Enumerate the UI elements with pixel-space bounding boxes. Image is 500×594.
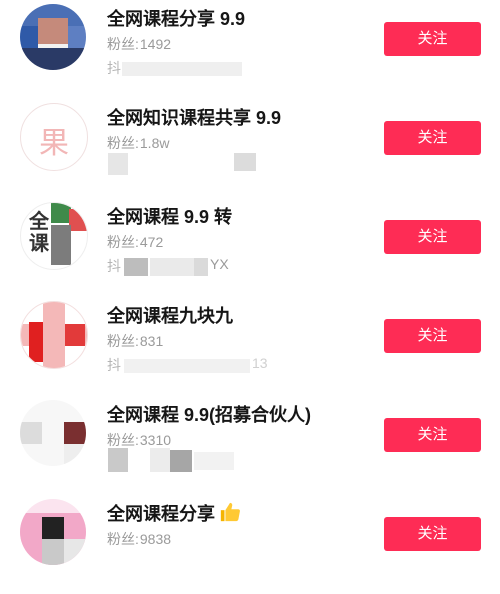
blurred-region — [234, 153, 256, 171]
list-item[interactable]: 全网课程分享 粉丝:9838 关注 — [0, 495, 500, 594]
list-item[interactable]: 全网课程分享 9.9 粉丝:1492 抖 关注 — [0, 0, 500, 99]
account-name: 全网课程九块九 — [107, 306, 233, 326]
list-item[interactable]: 果 全网知识课程共享 9.9 粉丝:1.8w 关注 — [0, 99, 500, 198]
thumbs-up-icon — [220, 502, 240, 522]
blurred-region — [124, 258, 148, 276]
fans-value: 831 — [139, 333, 164, 349]
blurred-region — [194, 258, 208, 276]
fans-label: 粉丝: — [107, 36, 139, 52]
follow-button[interactable]: 关注 — [384, 121, 481, 155]
follow-button[interactable]: 关注 — [384, 319, 481, 353]
fans-label: 粉丝: — [107, 234, 139, 250]
avatar[interactable] — [20, 4, 86, 70]
account-name: 全网知识课程共享 9.9 — [107, 108, 282, 128]
avatar[interactable] — [20, 499, 86, 565]
account-id: 抖 — [107, 256, 121, 276]
fans-count: 粉丝:472 — [107, 232, 163, 252]
fans-count: 粉丝:1492 — [107, 34, 171, 54]
account-name: 全网课程分享 9.9 — [107, 9, 246, 29]
blurred-region — [170, 450, 192, 472]
account-id-suffix: 13 — [252, 355, 268, 371]
follow-button[interactable]: 关注 — [384, 22, 481, 56]
blurred-region — [194, 452, 234, 470]
avatar-text: 果 — [39, 127, 69, 160]
account-id-prefix: 抖 — [107, 357, 121, 373]
fans-value: 472 — [139, 234, 164, 250]
account-name: 全网课程分享 — [107, 500, 241, 526]
fans-count: 粉丝:1.8w — [107, 133, 169, 153]
fans-label: 粉丝: — [107, 432, 139, 448]
account-id-prefix: 抖 — [107, 258, 121, 274]
avatar[interactable]: 全课 — [20, 202, 88, 270]
blurred-region — [108, 448, 128, 472]
follow-button[interactable]: 关注 — [384, 517, 481, 551]
avatar-text: 全课 — [29, 211, 49, 255]
account-id: 抖 — [107, 58, 121, 78]
account-list: 全网课程分享 9.9 粉丝:1492 抖 关注 果 全网知识课程共享 9.9 粉… — [0, 0, 500, 565]
fans-label: 粉丝: — [107, 333, 139, 349]
account-name: 全网课程 9.9(招募合伙人) — [107, 405, 312, 425]
fans-value: 1.8w — [139, 135, 170, 151]
account-name: 全网课程 9.9 转 — [107, 207, 233, 227]
avatar[interactable] — [20, 301, 88, 369]
fans-value: 1492 — [139, 36, 172, 52]
fans-value: 9838 — [139, 531, 172, 547]
fans-count: 粉丝:831 — [107, 331, 163, 351]
blurred-region — [124, 359, 250, 373]
fans-count: 粉丝:3310 — [107, 430, 171, 450]
fans-label: 粉丝: — [107, 135, 139, 151]
blurred-region — [150, 448, 170, 472]
avatar[interactable]: 果 — [20, 103, 88, 171]
fans-value: 3310 — [139, 432, 172, 448]
account-id-prefix: 抖 — [107, 60, 121, 76]
blurred-region — [108, 153, 128, 175]
account-id: 抖 — [107, 355, 121, 375]
blurred-region — [122, 62, 242, 76]
fans-count: 粉丝:9838 — [107, 529, 171, 549]
avatar[interactable] — [20, 400, 86, 466]
blurred-region — [150, 258, 194, 276]
list-item[interactable]: 全网课程 9.9(招募合伙人) 粉丝:3310 关注 — [0, 396, 500, 495]
follow-button[interactable]: 关注 — [384, 220, 481, 254]
follow-button[interactable]: 关注 — [384, 418, 481, 452]
list-item[interactable]: 全课 全网课程 9.9 转 粉丝:472 抖 YX 关注 — [0, 198, 500, 297]
account-name-text: 全网课程分享 — [107, 504, 215, 524]
fans-label: 粉丝: — [107, 531, 139, 547]
list-item[interactable]: 全网课程九块九 粉丝:831 抖 13 关注 — [0, 297, 500, 396]
account-id-suffix: YX — [210, 256, 229, 272]
